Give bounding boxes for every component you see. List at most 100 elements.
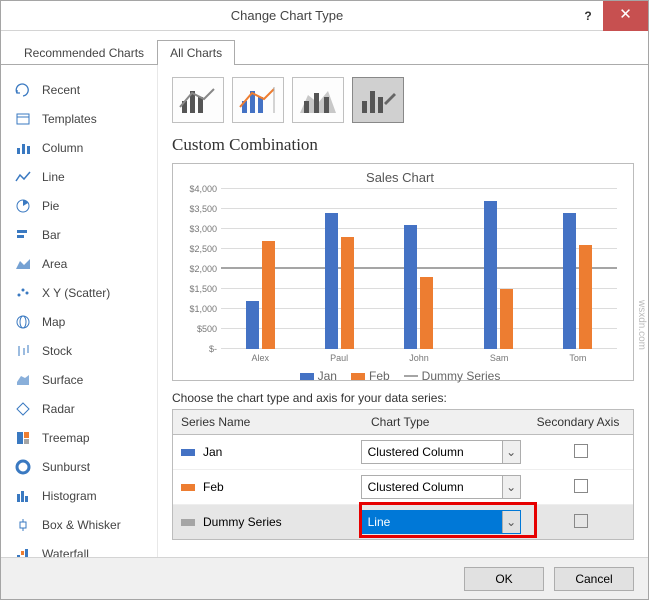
- instruction-text: Choose the chart type and axis for your …: [172, 391, 634, 405]
- series-swatch-icon: [181, 484, 195, 491]
- sidebar-label: Radar: [42, 402, 75, 416]
- ok-button[interactable]: OK: [464, 567, 544, 591]
- chart-type-select-jan[interactable]: Clustered Column⌄: [361, 440, 521, 464]
- chart-type-select-dummy[interactable]: Line⌄: [361, 510, 521, 534]
- secondary-axis-checkbox-jan[interactable]: [574, 444, 588, 458]
- scatter-icon: [14, 285, 32, 301]
- sidebar-label: Waterfall: [42, 547, 89, 557]
- sidebar-item-surface[interactable]: Surface: [7, 367, 151, 393]
- sidebar-item-stock[interactable]: Stock: [7, 338, 151, 364]
- series-swatch-icon: [181, 449, 195, 456]
- tab-strip: Recommended Charts All Charts: [1, 31, 648, 65]
- header-secondary-axis: Secondary Axis: [523, 410, 633, 434]
- sidebar-item-histogram[interactable]: Histogram: [7, 483, 151, 509]
- secondary-axis-checkbox-dummy[interactable]: [574, 514, 588, 528]
- sidebar-label: Box & Whisker: [42, 518, 121, 532]
- legend-feb: Feb: [351, 369, 390, 383]
- titlebar: Change Chart Type ? ✕: [1, 1, 648, 31]
- chart-type-sidebar: Recent Templates Column Line Pie Bar Are…: [1, 65, 157, 557]
- chart-plot-area: $-$500$1,000$1,500$2,000$2,500$3,000$3,5…: [221, 189, 617, 349]
- sidebar-label: Stock: [42, 344, 72, 358]
- sidebar-item-templates[interactable]: Templates: [7, 106, 151, 132]
- line-icon: [14, 169, 32, 185]
- close-button[interactable]: ✕: [603, 1, 648, 31]
- chart-type-select-feb[interactable]: Clustered Column⌄: [361, 475, 521, 499]
- section-title: Custom Combination: [172, 135, 634, 155]
- legend-dummy: Dummy Series: [404, 369, 501, 383]
- sidebar-item-recent[interactable]: Recent: [7, 77, 151, 103]
- sidebar-label: X Y (Scatter): [42, 286, 110, 300]
- chevron-down-icon: ⌄: [502, 441, 520, 463]
- sidebar-label: Pie: [42, 199, 59, 213]
- recent-icon: [14, 82, 32, 98]
- stock-icon: [14, 343, 32, 359]
- help-button[interactable]: ?: [573, 9, 603, 23]
- tab-all-charts[interactable]: All Charts: [157, 40, 235, 65]
- surface-icon: [14, 372, 32, 388]
- sidebar-item-waterfall[interactable]: Waterfall: [7, 541, 151, 557]
- sidebar-label: Templates: [42, 112, 97, 126]
- combo-subtype-1[interactable]: [172, 77, 224, 123]
- tab-recommended[interactable]: Recommended Charts: [11, 40, 157, 65]
- dialog-footer: OK Cancel: [1, 557, 648, 599]
- combo-subtype-2[interactable]: [232, 77, 284, 123]
- series-table-body: Jan Clustered Column⌄ Feb Clustered Colu…: [173, 435, 633, 539]
- radar-icon: [14, 401, 32, 417]
- series-swatch-icon: [181, 519, 195, 526]
- series-table-header: Series Name Chart Type Secondary Axis: [173, 410, 633, 435]
- main-panel: Custom Combination Sales Chart $-$500$1,…: [157, 65, 648, 557]
- sidebar-label: Map: [42, 315, 65, 329]
- waterfall-icon: [14, 546, 32, 557]
- sidebar-item-treemap[interactable]: Treemap: [7, 425, 151, 451]
- series-row-dummy[interactable]: Dummy Series Line⌄: [173, 505, 633, 539]
- series-name: Jan: [203, 445, 222, 459]
- chart-legend: Jan Feb Dummy Series: [177, 369, 623, 383]
- series-table: Series Name Chart Type Secondary Axis Ja…: [172, 409, 634, 540]
- sidebar-label: Area: [42, 257, 67, 271]
- sidebar-item-area[interactable]: Area: [7, 251, 151, 277]
- treemap-icon: [14, 430, 32, 446]
- chevron-down-icon: ⌄: [502, 476, 520, 498]
- sidebar-item-sunburst[interactable]: Sunburst: [7, 454, 151, 480]
- sidebar-label: Histogram: [42, 489, 97, 503]
- sidebar-item-map[interactable]: Map: [7, 309, 151, 335]
- combo-subtype-3[interactable]: [292, 77, 344, 123]
- header-chart-type: Chart Type: [363, 410, 523, 434]
- sidebar-label: Column: [42, 141, 83, 155]
- sidebar-item-column[interactable]: Column: [7, 135, 151, 161]
- sidebar-label: Bar: [42, 228, 61, 242]
- header-series-name: Series Name: [173, 410, 363, 434]
- chart-title: Sales Chart: [177, 170, 623, 185]
- chart-x-labels: AlexPaulJohnSamTom: [221, 353, 617, 363]
- secondary-axis-checkbox-feb[interactable]: [574, 479, 588, 493]
- series-row-jan[interactable]: Jan Clustered Column⌄: [173, 435, 633, 470]
- sidebar-item-line[interactable]: Line: [7, 164, 151, 190]
- sunburst-icon: [14, 459, 32, 475]
- sidebar-item-radar[interactable]: Radar: [7, 396, 151, 422]
- series-name: Feb: [203, 480, 224, 494]
- legend-jan: Jan: [300, 369, 337, 383]
- cancel-button[interactable]: Cancel: [554, 567, 634, 591]
- combo-subtype-custom[interactable]: [352, 77, 404, 123]
- series-row-feb[interactable]: Feb Clustered Column⌄: [173, 470, 633, 505]
- sidebar-label: Surface: [42, 373, 83, 387]
- watermark: wsxdn.com: [636, 300, 647, 350]
- sidebar-item-bar[interactable]: Bar: [7, 222, 151, 248]
- combo-subtype-row: [172, 77, 634, 123]
- column-icon: [14, 140, 32, 156]
- sidebar-item-boxwhisker[interactable]: Box & Whisker: [7, 512, 151, 538]
- chevron-down-icon: ⌄: [502, 511, 520, 533]
- templates-icon: [14, 111, 32, 127]
- sidebar-label: Treemap: [42, 431, 90, 445]
- pie-icon: [14, 198, 32, 214]
- sidebar-label: Recent: [42, 83, 80, 97]
- sidebar-item-pie[interactable]: Pie: [7, 193, 151, 219]
- chart-preview: Sales Chart $-$500$1,000$1,500$2,000$2,5…: [172, 163, 634, 381]
- box-whisker-icon: [14, 517, 32, 533]
- histogram-icon: [14, 488, 32, 504]
- area-icon: [14, 256, 32, 272]
- dialog-window: Change Chart Type ? ✕ Recommended Charts…: [0, 0, 649, 600]
- window-title: Change Chart Type: [1, 8, 573, 23]
- sidebar-label: Sunburst: [42, 460, 90, 474]
- sidebar-item-scatter[interactable]: X Y (Scatter): [7, 280, 151, 306]
